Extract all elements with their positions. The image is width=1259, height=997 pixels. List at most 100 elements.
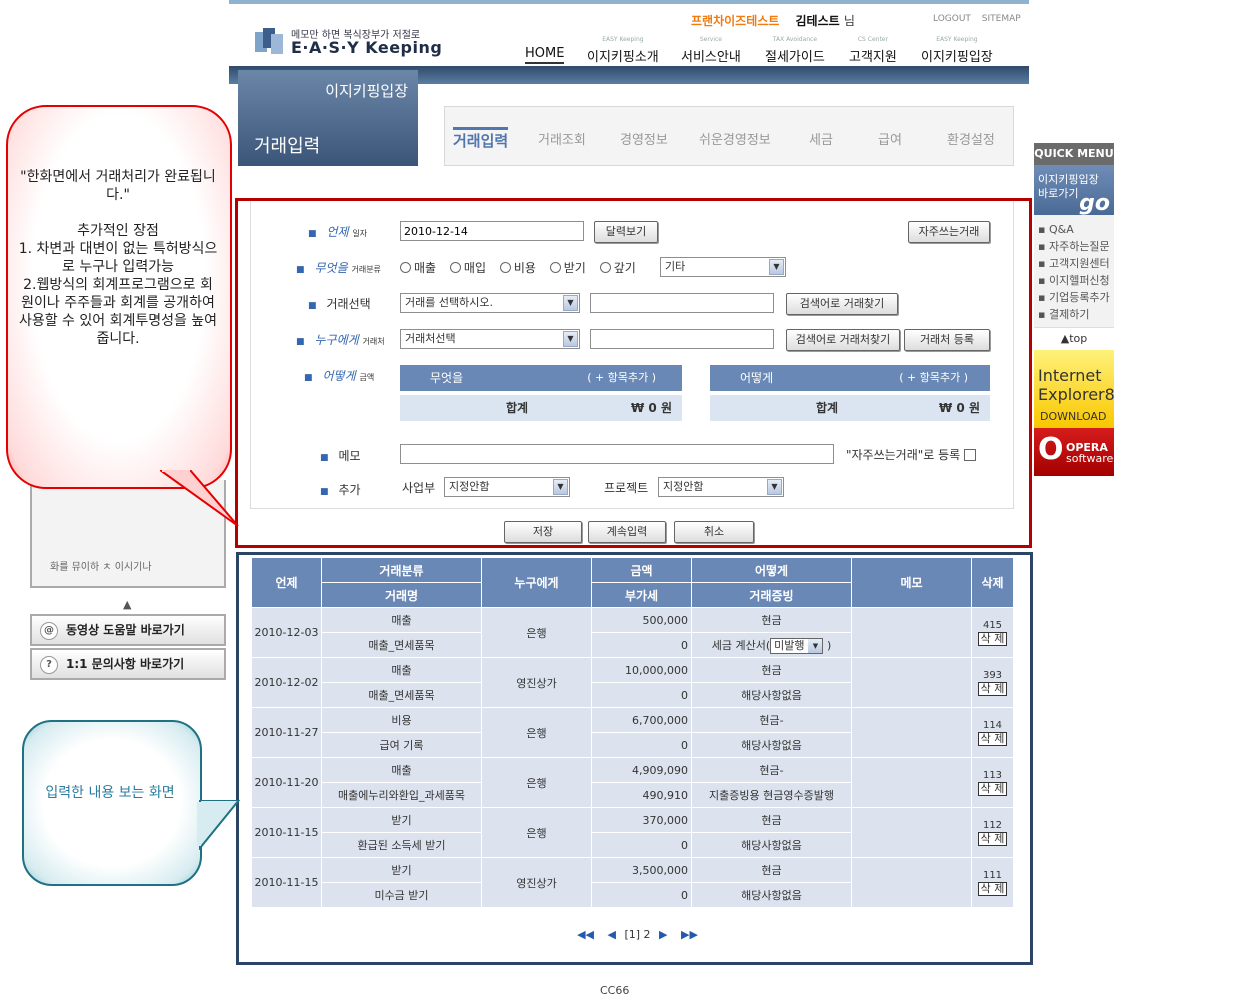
delete-button[interactable]: 삭 제 (977, 631, 1008, 646)
tab-easy-management[interactable]: 쉬운경영정보 (699, 129, 771, 148)
quick-link-helper[interactable]: ▪ 이지헬퍼신청 (1038, 272, 1114, 289)
nav-tax-guide[interactable]: TAX Avoidance 절세가이드 (765, 36, 825, 68)
table-row: 2010-12-03 매출 은행 500,000 현금 415 삭 제 (251, 607, 1014, 658)
continue-button[interactable]: 계속입력 (588, 521, 666, 543)
callout-tail-teal (197, 800, 240, 850)
up-arrow-icon: ▲ (123, 598, 132, 611)
add-item-right-link[interactable]: ( + 항목추가 ) (899, 365, 968, 391)
entry-form: ■언제 일자 달력보기 자주쓰는거래 ■무엇을 거래분류 매출 매입 비용 받기… (235, 198, 1032, 548)
radio-purchase[interactable]: 매입 (449, 261, 486, 275)
cell-amount: 10,000,000 (591, 657, 692, 683)
top-links: LOGOUT SITEMAP (925, 14, 1021, 24)
nav-intro[interactable]: EASY Keeping 이지키핑소개 (587, 36, 659, 68)
site-header: 메모만 하면 복식장부가 저절로 E·A·S·Y Keeping 프랜차이즈테스… (229, 0, 1029, 68)
cell-memo (851, 657, 972, 708)
tab-tax[interactable]: 세금 (809, 129, 833, 148)
project-select[interactable]: 지정안함 ▼ (658, 477, 784, 497)
delete-button[interactable]: 삭 제 (977, 681, 1008, 696)
col-date: 언제 (251, 557, 322, 608)
first-page-icon[interactable]: ◀◀ (577, 928, 594, 941)
delete-button[interactable]: 삭 제 (977, 831, 1008, 846)
quick-link-faq[interactable]: ▪ 자주하는질문 (1038, 238, 1114, 255)
logout-link[interactable]: LOGOUT (933, 14, 971, 24)
deal-select[interactable]: 거래를 선택하시오. ▼ (400, 293, 580, 313)
cell-memo (851, 707, 972, 758)
row-id: 114 (982, 719, 1003, 731)
date-input[interactable] (400, 221, 584, 241)
client-search-button[interactable]: 검색어로 거래처찾기 (786, 329, 900, 351)
cell-vat: 0 (591, 732, 692, 758)
nav-support[interactable]: CS Center 고객지원 (849, 36, 897, 68)
nav-home[interactable]: HOME (525, 36, 565, 64)
deal-search-button[interactable]: 검색어로 거래찾기 (786, 293, 898, 315)
video-help-button[interactable]: @ 동영상 도움말 바로가기 (30, 614, 226, 646)
quick-link-qna[interactable]: ▪ Q&A (1038, 221, 1114, 238)
cell-vat: 0 (591, 632, 692, 658)
section-box: 이지키핑입장 거래입력 (238, 70, 418, 166)
delete-button[interactable]: 삭 제 (977, 881, 1008, 896)
page-2-link[interactable]: 2 (644, 928, 651, 941)
radio-receive[interactable]: 받기 (549, 261, 586, 275)
proof-select[interactable]: 미발행 ▼ (770, 637, 824, 654)
dept-select[interactable]: 지정안함 ▼ (444, 477, 570, 497)
cell-amount: 4,909,090 (591, 757, 692, 783)
cell-delete: 111 삭 제 (971, 857, 1014, 908)
cell-category: 매출 (321, 607, 482, 633)
what-items-header: 무엇을( + 항목추가 ) (400, 365, 682, 391)
calendar-button[interactable]: 달력보기 (594, 221, 658, 243)
cell-amount: 500,000 (591, 607, 692, 633)
memo-input[interactable] (400, 444, 834, 464)
last-page-icon[interactable]: ▶▶ (681, 928, 698, 941)
user-info: 프랜차이즈테스트 김테스트 님 (691, 12, 855, 29)
quick-enter-button[interactable]: 이지키핑입장 바로가기 go (1034, 165, 1114, 215)
tab-salary[interactable]: 급여 (878, 129, 902, 148)
radio-expense[interactable]: 비용 (499, 261, 536, 275)
radio-sales[interactable]: 매출 (400, 261, 436, 275)
next-page-icon[interactable]: ▶ (659, 928, 667, 941)
quick-link-payment[interactable]: ▪ 결제하기 (1038, 306, 1114, 323)
qna-button[interactable]: ? 1:1 문의사항 바로가기 (30, 648, 226, 680)
add-item-left-link[interactable]: ( + 항목추가 ) (587, 365, 656, 391)
client-select[interactable]: 거래처선택 ▼ (400, 329, 580, 349)
cell-vat: 0 (591, 832, 692, 858)
tab-settings[interactable]: 환경설정 (947, 129, 995, 148)
how-sum: 합계 ₩ 0 원 (710, 395, 990, 421)
radio-repay[interactable]: 갚기 (599, 261, 636, 275)
cell-vat: 490,910 (591, 782, 692, 808)
col-item: 거래명 (321, 582, 482, 608)
pagination: ◀◀ ◀ [1] 2 ▶ ▶▶ (239, 928, 1036, 941)
delete-button[interactable]: 삭 제 (977, 731, 1008, 746)
favorite-deals-button[interactable]: 자주쓰는거래 (908, 221, 990, 243)
opera-banner[interactable]: O OPERA software (1034, 428, 1114, 476)
quick-link-support[interactable]: ▪ 고객지원센터 (1038, 255, 1114, 272)
cell-who: 은행 (481, 607, 592, 658)
client-search-input[interactable] (590, 329, 774, 349)
cell-memo (851, 857, 972, 908)
prev-page-icon[interactable]: ◀ (607, 928, 615, 941)
client-register-button[interactable]: 거래처 등록 (904, 329, 990, 351)
tab-management[interactable]: 경영정보 (620, 129, 668, 148)
memo-favorite[interactable]: "자주쓰는거래"로 등록 (846, 446, 977, 463)
back-to-top-link[interactable]: ▲top (1034, 328, 1114, 350)
nav-enter[interactable]: EASY Keeping 이지키핑입장 (921, 36, 993, 68)
logo-name[interactable]: E·A·S·Y Keeping (291, 38, 442, 57)
save-button[interactable]: 저장 (504, 521, 582, 543)
ie8-download-banner[interactable]: Internet Explorer8 DOWNLOAD (1034, 350, 1115, 428)
delete-button[interactable]: 삭 제 (977, 781, 1008, 796)
nav-service[interactable]: Service 서비스안내 (681, 36, 741, 68)
cancel-button[interactable]: 취소 (674, 521, 754, 543)
tab-inquiry[interactable]: 거래조회 (538, 129, 586, 148)
callout-text-teal: 입력한 내용 보는 화면 (45, 785, 175, 801)
cell-proof: 해당사항없음 (691, 682, 852, 708)
cell-proof: 해당사항없음 (691, 882, 852, 908)
memo-favorite-checkbox[interactable] (964, 449, 977, 461)
sitemap-link[interactable]: SITEMAP (982, 14, 1021, 24)
tab-entry[interactable]: 거래입력 (453, 127, 509, 151)
other-select[interactable]: 기타 ▼ (660, 257, 786, 277)
cell-date: 2010-11-20 (251, 757, 322, 808)
logo-icon (255, 28, 283, 54)
row-id: 113 (982, 769, 1003, 781)
deal-search-input[interactable] (590, 293, 774, 313)
quick-link-company[interactable]: ▪ 기업등록추가 (1038, 289, 1114, 306)
table-row: 2010-11-20 매출 은행 4,909,090 현금- 113 삭 제 (251, 757, 1014, 808)
